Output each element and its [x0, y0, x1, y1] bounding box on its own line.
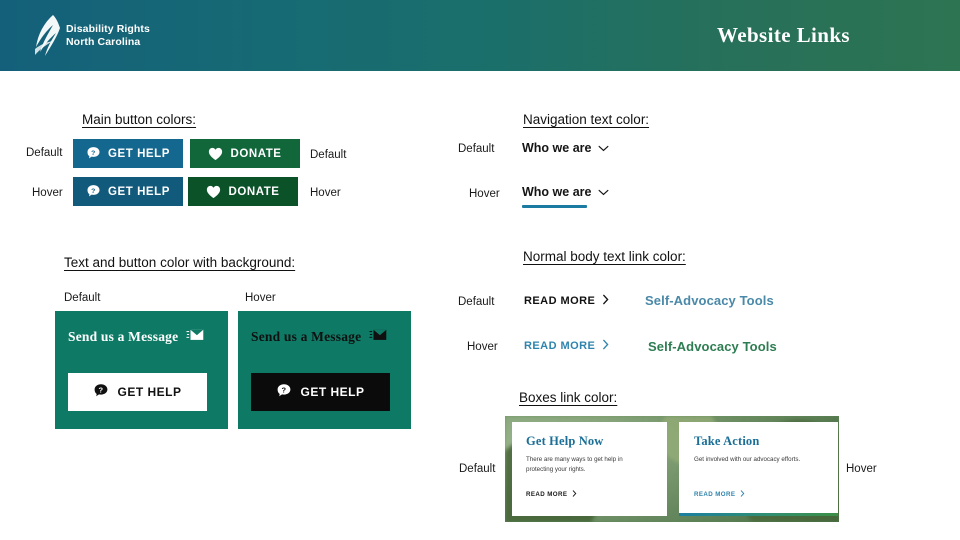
card-body-text: Get involved with our advocacy efforts.	[694, 456, 801, 463]
page-title: Website Links	[717, 23, 850, 47]
chevron-right-icon	[572, 490, 577, 499]
donate-button-label: DONATE	[230, 147, 282, 160]
card-get-help-now[interactable]: Get Help Now There are many ways to get …	[512, 422, 667, 516]
get-help-button-label: GET HELP	[300, 385, 365, 399]
donate-button-hover[interactable]: DONATE	[188, 177, 298, 206]
heading-body-text-link-color: Normal body text link color:	[523, 249, 686, 264]
self-advocacy-tools-link-default[interactable]: Self-Advocacy Tools	[645, 293, 774, 308]
card-title: Take Action	[694, 434, 760, 448]
feather-logo-icon	[35, 14, 60, 56]
label-main-get-help-default: Default	[26, 147, 63, 159]
label-boxes-hover: Hover	[846, 463, 877, 475]
label-panel-hover: Hover	[245, 292, 276, 304]
donate-button-default[interactable]: DONATE	[190, 139, 300, 168]
nav-hover-underline	[522, 205, 587, 208]
read-more-label: READ MORE	[524, 340, 596, 352]
label-main-get-help-hover: Hover	[32, 187, 63, 199]
get-help-button-label: GET HELP	[108, 185, 170, 198]
get-help-button-default[interactable]: ? GET HELP	[73, 139, 183, 168]
label-main-donate-hover: Hover	[310, 187, 341, 199]
nav-label: Who we are	[522, 141, 592, 155]
nav-who-we-are-hover[interactable]: Who we are	[522, 185, 609, 199]
label-boxes-default: Default	[459, 463, 496, 475]
question-bubble-icon: ?	[86, 184, 101, 199]
question-bubble-icon: ?	[86, 146, 101, 161]
get-help-button-hover[interactable]: ? GET HELP	[73, 177, 183, 206]
read-more-label: READ MORE	[524, 295, 596, 307]
card-read-more-label: READ MORE	[694, 491, 736, 498]
chevron-right-icon	[602, 339, 609, 353]
donate-button-label: DONATE	[228, 185, 280, 198]
envelope-icon	[369, 328, 387, 345]
svg-text:?: ?	[282, 385, 287, 394]
label-nav-default: Default	[458, 143, 495, 155]
card-hover-accent-bar	[679, 513, 838, 516]
card-take-action[interactable]: Take Action Get involved with our advoca…	[679, 422, 838, 516]
slide-header: Disability Rights North Carolina Website…	[0, 0, 960, 71]
brand-line-2: North Carolina	[66, 35, 141, 48]
card-body-text: There are many ways to get help in prote…	[526, 456, 623, 473]
chevron-right-icon	[740, 490, 745, 499]
get-help-button-label: GET HELP	[117, 385, 182, 399]
heart-icon	[206, 185, 221, 199]
heart-icon	[208, 147, 223, 161]
svg-text:?: ?	[91, 150, 96, 157]
card-read-more-label: READ MORE	[526, 491, 568, 498]
self-advocacy-tools-link-hover[interactable]: Self-Advocacy Tools	[648, 339, 777, 354]
send-message-label: Send us a Message	[68, 328, 179, 344]
label-nav-hover: Hover	[469, 188, 500, 200]
message-panel-hover: Send us a Message ? GET HELP	[238, 311, 411, 429]
label-main-donate-default: Default	[310, 149, 347, 161]
send-message-link-default[interactable]: Send us a Message	[68, 328, 204, 345]
send-message-link-hover[interactable]: Send us a Message	[251, 328, 387, 345]
get-help-button-on-panel-default[interactable]: ? GET HELP	[68, 373, 207, 411]
heading-navigation-text-color: Navigation text color:	[523, 112, 650, 127]
chevron-right-icon	[602, 294, 609, 308]
brand-logo: Disability Rights North Carolina	[32, 14, 150, 58]
question-bubble-icon: ?	[276, 383, 292, 402]
get-help-button-on-panel-hover[interactable]: ? GET HELP	[251, 373, 390, 411]
get-help-button-label: GET HELP	[108, 147, 170, 160]
label-body-link-default: Default	[458, 296, 495, 308]
chevron-down-icon	[598, 185, 609, 199]
label-body-link-hover: Hover	[467, 341, 498, 353]
svg-text:?: ?	[99, 385, 104, 394]
heading-text-button-background: Text and button color with background:	[64, 255, 296, 270]
card-title: Get Help Now	[526, 434, 604, 448]
envelope-icon	[186, 328, 204, 345]
brand-logo-text: Disability Rights North Carolina	[66, 23, 150, 48]
message-panel-default: Send us a Message ? GET HELP	[55, 311, 228, 429]
heading-boxes-link-color: Boxes link color:	[519, 390, 618, 405]
heading-main-button-colors: Main button colors:	[82, 112, 197, 127]
chevron-down-icon	[598, 141, 609, 155]
svg-text:?: ?	[91, 188, 96, 195]
label-panel-default: Default	[64, 292, 101, 304]
read-more-link-default[interactable]: READ MORE	[524, 294, 609, 308]
question-bubble-icon: ?	[93, 383, 109, 402]
brand-line-1: Disability Rights	[66, 23, 150, 35]
card-read-more-link[interactable]: READ MORE	[526, 490, 577, 499]
nav-who-we-are-default[interactable]: Who we are	[522, 141, 609, 155]
send-message-label: Send us a Message	[251, 328, 362, 344]
card-read-more-link[interactable]: READ MORE	[694, 490, 745, 499]
read-more-link-hover[interactable]: READ MORE	[524, 339, 609, 353]
nav-label: Who we are	[522, 185, 592, 199]
